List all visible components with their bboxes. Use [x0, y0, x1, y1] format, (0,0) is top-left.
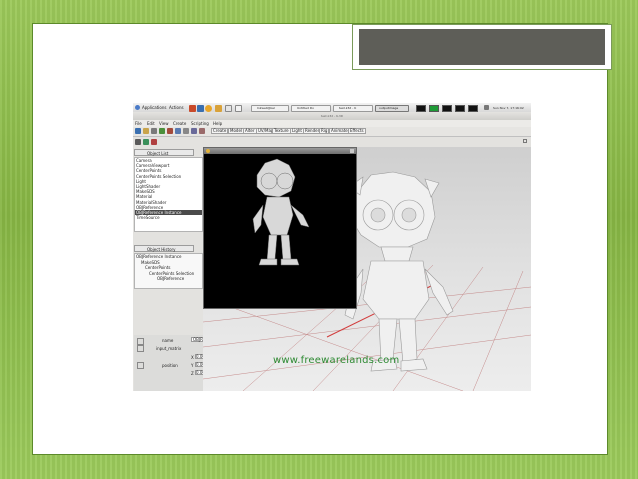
help-icon[interactable]	[225, 105, 232, 112]
name-label: name	[162, 338, 174, 343]
main-toolbar: Create Model Alter UV/Map Texture Light …	[133, 127, 531, 137]
object-history-tree: OBJReference Instance MakeSDS CenterPoin…	[134, 253, 203, 289]
task-label-4: outputimage	[379, 106, 399, 110]
tab-effects[interactable]: Effects	[348, 128, 366, 134]
z-axis-label: Z	[191, 371, 194, 376]
x-axis-label: X	[191, 355, 194, 360]
list-item[interactable]: TimeSource	[135, 215, 202, 220]
menu-file[interactable]: File	[135, 121, 142, 126]
rotate-icon[interactable]	[191, 128, 197, 134]
redo-icon[interactable]	[167, 128, 173, 134]
scale-icon[interactable]	[199, 128, 205, 134]
menu-view[interactable]: View	[159, 121, 169, 126]
workspace-1[interactable]	[416, 105, 426, 112]
open-icon[interactable]	[143, 128, 149, 134]
actions-menu[interactable]: Actions	[169, 105, 184, 110]
mail-icon[interactable]	[205, 105, 212, 112]
render-window-titlebar[interactable]	[204, 148, 356, 154]
slide-canvas: Applications Actions Inkwell@kel Untitle…	[32, 23, 612, 455]
menu-edit[interactable]: Edit	[147, 121, 155, 126]
tree-node[interactable]: OBJReference	[135, 276, 202, 282]
link-icon[interactable]	[137, 345, 144, 352]
tab-texture[interactable]: Texture	[272, 128, 291, 134]
workspace-4[interactable]	[455, 105, 465, 112]
browser-icon[interactable]	[197, 105, 204, 112]
close-pane-icon[interactable]	[523, 139, 527, 143]
tab-light[interactable]: Light	[290, 128, 304, 134]
applications-menu[interactable]: Applications	[142, 105, 166, 110]
select-icon[interactable]	[175, 128, 181, 134]
task-label-3: test.k3d - K	[339, 106, 357, 110]
title-bar-fill	[359, 29, 605, 65]
rendered-character	[252, 158, 310, 266]
y-axis-label: Y	[191, 363, 194, 368]
save-icon[interactable]	[151, 128, 157, 134]
menubar: File Edit View Create Scripting Help	[133, 120, 531, 127]
tab-model[interactable]: Model	[228, 128, 245, 134]
move-icon[interactable]	[183, 128, 189, 134]
object-list-title: Object List	[147, 151, 169, 156]
window-title: test.k3d - K-3D	[320, 114, 344, 118]
menu-scripting[interactable]: Scripting	[191, 121, 209, 126]
property-grid: name OBJReference Instance input_matrix …	[134, 335, 241, 391]
terminal-icon[interactable]	[215, 105, 222, 112]
object-list: Camera CameraViewport CenterPoints Cente…	[134, 157, 203, 232]
task-label-1: Inkwell@kel	[257, 106, 275, 110]
watermark-text: www.freewarelands.com	[273, 355, 400, 366]
window-titlebar: test.k3d - K-3D	[133, 112, 531, 120]
object-history-title: Object History	[147, 247, 176, 252]
menu-create[interactable]: Create	[173, 121, 186, 126]
object-history-header[interactable]: Object History	[134, 245, 194, 252]
link-icon[interactable]	[137, 362, 144, 369]
task-label-2: Untitled Do	[297, 106, 314, 110]
tab-alter[interactable]: Alter	[243, 128, 257, 134]
tab-create[interactable]: Create	[211, 128, 229, 134]
new-icon[interactable]	[135, 128, 141, 134]
notes-icon[interactable]	[235, 105, 242, 112]
applications-menu-icon[interactable]	[135, 105, 140, 110]
volume-icon[interactable]	[484, 105, 489, 110]
position-label: position	[162, 363, 178, 368]
workspace-3[interactable]	[442, 105, 452, 112]
menu-help[interactable]: Help	[213, 121, 222, 126]
close-icon[interactable]	[350, 149, 354, 153]
tab-rig[interactable]: Rig	[319, 128, 330, 134]
undo-icon[interactable]	[159, 128, 165, 134]
tab-animate[interactable]: Animate	[329, 128, 350, 134]
k3d-screenshot: Applications Actions Inkwell@kel Untitle…	[133, 103, 531, 391]
render-preview-window[interactable]	[203, 147, 357, 309]
workspace-5[interactable]	[468, 105, 478, 112]
clock[interactable]: Sun Nov 7, 17:16:02	[493, 106, 524, 110]
object-list-header[interactable]: Object List	[134, 149, 194, 156]
pointer-icon[interactable]	[135, 139, 141, 145]
launcher-icon[interactable]	[189, 105, 196, 112]
record-icon[interactable]	[151, 139, 157, 145]
slide-title-placeholder	[352, 24, 612, 70]
character-model	[344, 171, 454, 372]
secondary-toolbar	[133, 137, 531, 147]
link-icon[interactable]	[137, 338, 144, 345]
workspace-2[interactable]	[429, 105, 439, 112]
input-matrix-label: input_matrix	[156, 346, 182, 351]
window-menu-icon[interactable]	[206, 149, 210, 153]
snap-icon[interactable]	[143, 139, 149, 145]
